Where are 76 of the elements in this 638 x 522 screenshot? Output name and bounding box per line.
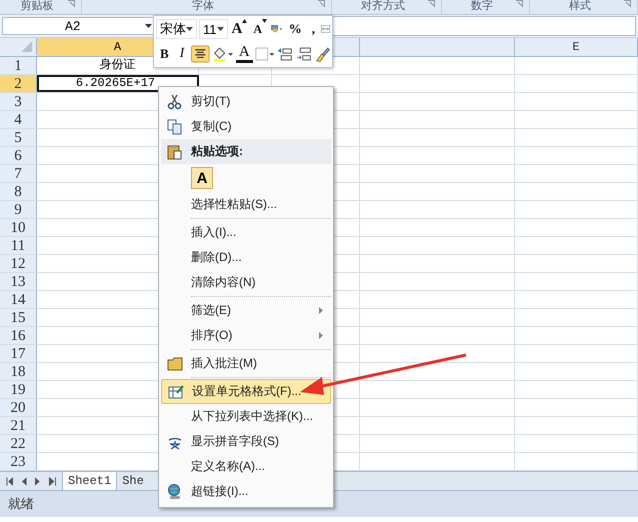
fill-color-icon[interactable] bbox=[212, 44, 234, 63]
menu-item[interactable]: 筛选(E) bbox=[161, 298, 331, 323]
row-header[interactable]: 2 bbox=[0, 75, 37, 92]
globe-link-icon bbox=[167, 484, 183, 500]
menu-item[interactable]: 插入批注(M) bbox=[161, 351, 331, 376]
ribbon-group-label: 剪贴板 bbox=[20, 0, 54, 13]
row-header[interactable]: 16 bbox=[0, 327, 37, 344]
menu-item[interactable]: 删除(D)... bbox=[161, 245, 331, 270]
folder-icon bbox=[167, 356, 183, 372]
next-sheet-icon[interactable] bbox=[35, 476, 41, 486]
first-sheet-icon[interactable] bbox=[6, 476, 14, 486]
row-header[interactable]: 4 bbox=[0, 111, 37, 128]
copy-icon bbox=[167, 118, 183, 134]
menu-item[interactable]: 插入(I)... bbox=[161, 220, 331, 245]
ribbon-group-label: 数字 bbox=[471, 0, 493, 13]
menu-item[interactable]: 复制(C) bbox=[161, 114, 331, 139]
row-header[interactable]: 15 bbox=[0, 309, 37, 326]
menu-item[interactable]: 清除内容(N) bbox=[161, 270, 331, 295]
format-cells-icon bbox=[168, 384, 184, 400]
row-header[interactable]: 10 bbox=[0, 219, 37, 236]
column-header[interactable]: E bbox=[515, 38, 638, 56]
menu-item[interactable]: 定义名称(A)... bbox=[161, 454, 331, 479]
ribbon-group-label: 字体 bbox=[192, 0, 214, 13]
row-header[interactable]: 19 bbox=[0, 381, 37, 398]
row-header[interactable]: 13 bbox=[0, 273, 37, 290]
dropdown-arrow-icon[interactable] bbox=[145, 24, 152, 28]
row-header[interactable]: 6 bbox=[0, 147, 37, 164]
dropdown-arrow-icon[interactable] bbox=[186, 27, 193, 32]
menu-item[interactable]: 剪切(T) bbox=[161, 89, 331, 114]
row-header[interactable]: 21 bbox=[0, 417, 37, 434]
font-name-field[interactable]: 宋体 bbox=[156, 19, 197, 40]
status-text: 就绪 bbox=[8, 495, 34, 513]
sheet-tab[interactable]: She bbox=[117, 472, 149, 490]
decrease-decimal-icon[interactable] bbox=[296, 44, 313, 63]
paste-option-button[interactable]: A bbox=[191, 167, 213, 189]
up-caret-icon bbox=[242, 19, 248, 24]
row-header[interactable]: 3 bbox=[0, 93, 37, 110]
format-button[interactable]: % bbox=[284, 19, 306, 40]
scissors-icon bbox=[167, 94, 183, 110]
menu-section-label: 粘贴选项: bbox=[190, 143, 244, 160]
font-size-field[interactable]: 11 bbox=[199, 19, 228, 40]
menu-item[interactable]: 超链接(I)... bbox=[161, 479, 331, 504]
ribbon-group-label: 对齐方式 bbox=[361, 0, 405, 13]
row-header[interactable]: 20 bbox=[0, 399, 37, 416]
row-header[interactable]: 5 bbox=[0, 129, 37, 146]
menu-item[interactable]: 显示拼音字段(S) bbox=[161, 429, 331, 454]
ribbon-group-label: 样式 bbox=[569, 0, 591, 13]
row-header[interactable]: 23 bbox=[0, 453, 37, 470]
row-header[interactable]: 22 bbox=[0, 435, 37, 452]
font-color-button[interactable]: A bbox=[236, 44, 253, 64]
dropdown-arrow-icon[interactable] bbox=[216, 27, 224, 32]
row-header[interactable]: 14 bbox=[0, 291, 37, 308]
format-button[interactable]: , bbox=[308, 19, 319, 40]
menu-item[interactable]: 从下拉列表中选择(K)... bbox=[161, 404, 331, 429]
clipboard-icon bbox=[167, 144, 183, 160]
borders-icon[interactable] bbox=[254, 46, 275, 62]
row-header[interactable]: 8 bbox=[0, 183, 37, 200]
menu-item[interactable]: 排序(O) bbox=[161, 323, 331, 348]
row-header[interactable]: 9 bbox=[0, 201, 37, 218]
menu-item[interactable]: 选择性粘贴(S)... bbox=[161, 192, 331, 217]
shrink-font-button[interactable]: A bbox=[251, 19, 270, 40]
menu-item[interactable]: 设置单元格格式(F)... bbox=[161, 379, 331, 404]
row-header[interactable]: 11 bbox=[0, 237, 37, 254]
row-header[interactable]: 18 bbox=[0, 363, 37, 380]
table-cell[interactable]: 6.20265E+17 bbox=[37, 75, 199, 92]
paintbrush-icon[interactable] bbox=[314, 44, 330, 63]
row-header[interactable]: 12 bbox=[0, 255, 37, 272]
align-center-icon[interactable] bbox=[191, 44, 210, 64]
sheet-tab[interactable]: Sheet1 bbox=[62, 472, 118, 490]
down-caret-icon bbox=[262, 19, 268, 24]
row-header[interactable]: 17 bbox=[0, 345, 37, 362]
row-header[interactable]: 1 bbox=[0, 57, 37, 74]
previous-sheet-icon[interactable] bbox=[21, 476, 27, 486]
row-header[interactable]: 7 bbox=[0, 165, 37, 182]
grow-font-button[interactable]: A bbox=[230, 19, 250, 40]
last-sheet-icon[interactable] bbox=[48, 476, 56, 486]
